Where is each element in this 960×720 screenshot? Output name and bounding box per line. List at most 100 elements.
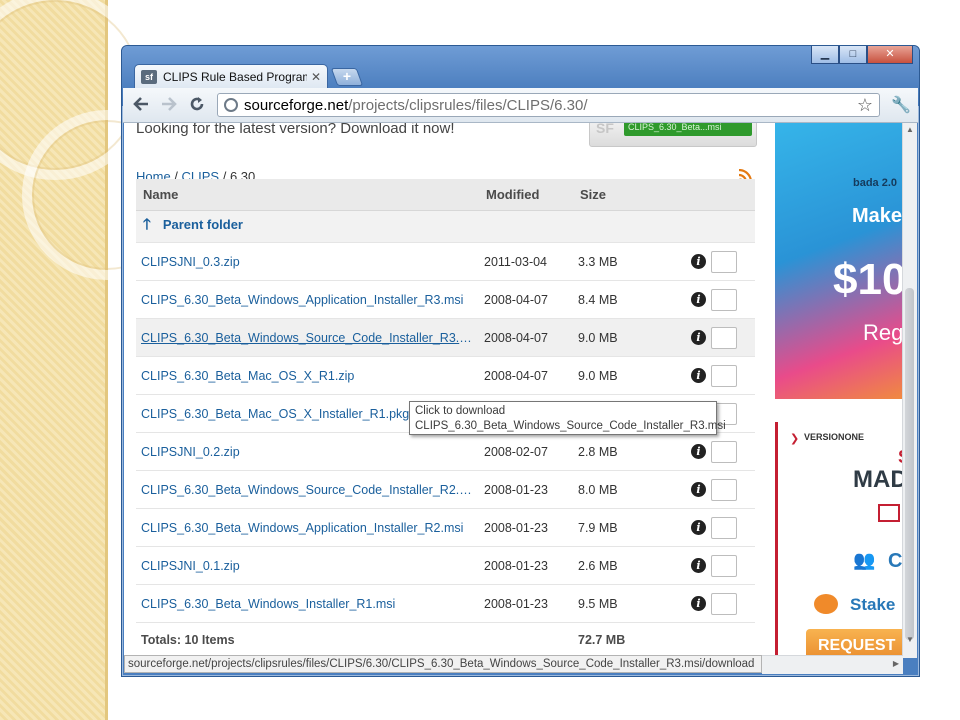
row-checkbox[interactable] xyxy=(711,440,737,463)
monitor-icon xyxy=(878,504,900,522)
file-name-link[interactable]: CLIPSJNI_0.1.zip xyxy=(136,546,479,585)
latest-version-promo: Looking for the latest version? Download… xyxy=(136,123,455,137)
file-name-link[interactable]: CLIPS_6.30_Beta_Windows_Application_Inst… xyxy=(136,280,479,319)
file-modified: 2008-01-23 xyxy=(479,470,573,509)
browser-tab[interactable]: sf CLIPS Rule Based Programm ✕ xyxy=(134,64,328,88)
file-modified: 2011-03-04 xyxy=(479,242,573,281)
totals-spacer xyxy=(679,623,755,658)
star-icon[interactable]: ☆ xyxy=(857,95,873,116)
row-checkbox[interactable] xyxy=(711,250,737,273)
tooltip-line-1: Click to download xyxy=(415,405,506,417)
file-size: 2.6 MB xyxy=(573,546,679,585)
file-name-link[interactable]: CLIPSJNI_0.2.zip xyxy=(136,432,479,471)
tab-close-icon[interactable]: ✕ xyxy=(311,70,321,84)
row-checkbox[interactable] xyxy=(711,478,737,501)
file-name-link[interactable]: CLIPS_6.30_Beta_Windows_Application_Inst… xyxy=(136,508,479,547)
address-bar[interactable]: sourceforge.net/projects/clipsrules/file… xyxy=(217,93,880,117)
info-icon[interactable]: i xyxy=(691,558,706,573)
parent-folder-row[interactable]: 🡑 Parent folder xyxy=(136,210,755,243)
file-size: 9.0 MB xyxy=(573,356,679,395)
horizontal-scrollbar[interactable]: ▶ xyxy=(762,655,903,674)
row-actions: i xyxy=(679,242,755,281)
file-name-link[interactable]: CLIPS_6.30_Beta_Windows_Source_Code_Inst… xyxy=(136,470,479,509)
url-host: sourceforge.net xyxy=(244,96,349,114)
tab-title: CLIPS Rule Based Programm xyxy=(163,69,307,84)
file-name-link[interactable]: CLIPS_6.30_Beta_Windows_Installer_R1.msi xyxy=(136,584,479,623)
file-name-link[interactable]: CLIPS_6.30_Beta_Mac_OS_X_R1.zip xyxy=(136,356,479,395)
scroll-down-icon[interactable]: ▼ xyxy=(906,635,914,644)
back-arrow-icon[interactable] xyxy=(131,95,151,115)
globe-icon xyxy=(224,98,238,112)
info-icon[interactable]: i xyxy=(691,444,706,459)
file-row: CLIPSJNI_0.1.zip 2008-01-23 2.6 MB i xyxy=(136,546,755,585)
file-size: 7.9 MB xyxy=(573,508,679,547)
close-window-button[interactable]: ✕ xyxy=(867,46,913,64)
minimize-button[interactable]: ▁ xyxy=(811,46,839,64)
scroll-right-icon[interactable]: ▶ xyxy=(893,659,899,668)
row-checkbox[interactable] xyxy=(711,288,737,311)
new-tab-button[interactable]: + xyxy=(330,68,364,86)
row-actions: i xyxy=(679,470,755,509)
file-modified: 2008-01-23 xyxy=(479,546,573,585)
download-widget[interactable]: SF CLIPS_6.30_Beta...msi xyxy=(589,123,757,147)
info-icon[interactable]: i xyxy=(691,482,706,497)
column-header-name[interactable]: Name xyxy=(136,179,479,211)
status-bar: sourceforge.net/projects/clipsrules/file… xyxy=(124,655,762,673)
row-actions: i xyxy=(679,584,755,623)
column-header-size[interactable]: Size xyxy=(573,179,679,211)
forward-arrow-icon[interactable] xyxy=(159,95,179,115)
file-row: CLIPSJNI_0.2.zip 2008-02-07 2.8 MB i xyxy=(136,432,755,471)
row-checkbox[interactable] xyxy=(711,516,737,539)
column-header-modified[interactable]: Modified xyxy=(479,179,573,211)
file-row: CLIPS_6.30_Beta_Windows_Application_Inst… xyxy=(136,280,755,319)
parent-folder-link[interactable]: Parent folder xyxy=(163,217,243,232)
info-icon[interactable]: i xyxy=(691,254,706,269)
info-icon[interactable]: i xyxy=(691,596,706,611)
row-checkbox[interactable] xyxy=(711,592,737,615)
file-size: 2.8 MB xyxy=(573,432,679,471)
up-arrow-icon: 🡑 xyxy=(143,216,151,233)
row-checkbox[interactable] xyxy=(711,326,737,349)
file-modified: 2008-04-07 xyxy=(479,318,573,357)
file-row: CLIPSJNI_0.3.zip 2011-03-04 3.3 MB i xyxy=(136,242,755,281)
page-viewport: Looking for the latest version? Download… xyxy=(124,123,917,658)
reload-icon[interactable] xyxy=(187,95,207,115)
ad-text: Stake xyxy=(850,595,896,614)
wrench-icon[interactable]: 🔧 xyxy=(891,95,911,115)
ad-text: $10 xyxy=(833,255,903,304)
download-latest-button[interactable]: CLIPS_6.30_Beta...msi xyxy=(624,123,752,136)
row-actions: i xyxy=(679,508,755,547)
browser-window: ▁ □ ✕ sf CLIPS Rule Based Programm ✕ + s… xyxy=(121,45,920,677)
advertisement-bada[interactable]: bada 2.0 Make $10 Reg xyxy=(775,123,903,399)
ad-request-button[interactable]: REQUEST xyxy=(806,629,906,658)
file-modified: 2008-01-23 xyxy=(479,584,573,623)
advertisement-versionone[interactable]: ❯ VERSIONONE S MAD 👥 C Stake REQUEST xyxy=(775,422,906,658)
file-modified: 2008-01-23 xyxy=(479,508,573,547)
file-size: 8.0 MB xyxy=(573,470,679,509)
scrollbar-thumb[interactable] xyxy=(905,288,914,640)
info-icon[interactable]: i xyxy=(691,520,706,535)
plus-icon: + xyxy=(342,68,351,84)
file-modified: 2008-04-07 xyxy=(479,280,573,319)
vertical-scrollbar[interactable]: ▲ ▼ xyxy=(902,123,917,658)
ad-text: Reg xyxy=(863,320,903,345)
row-actions: i xyxy=(679,280,755,319)
file-modified: 2008-04-07 xyxy=(479,356,573,395)
totals-label: Totals: 10 Items xyxy=(141,633,235,647)
file-size: 9.5 MB xyxy=(573,584,679,623)
info-icon[interactable]: i xyxy=(691,330,706,345)
maximize-button[interactable]: □ xyxy=(839,46,867,64)
column-header-actions xyxy=(679,179,755,211)
info-icon[interactable]: i xyxy=(691,292,706,307)
file-row: CLIPS_6.30_Beta_Windows_Installer_R1.msi… xyxy=(136,584,755,623)
scroll-up-icon[interactable]: ▲ xyxy=(906,125,914,134)
row-actions: i xyxy=(679,546,755,585)
sourceforge-logo-icon: SF xyxy=(596,123,614,136)
file-name-link[interactable]: CLIPS_6.30_Beta_Windows_Source_Code_Inst… xyxy=(136,318,479,357)
file-name-link[interactable]: CLIPSJNI_0.3.zip xyxy=(136,242,479,281)
row-checkbox[interactable] xyxy=(711,554,737,577)
file-size: 3.3 MB xyxy=(573,242,679,281)
info-icon[interactable]: i xyxy=(691,368,706,383)
slide-decoration-strip xyxy=(0,0,192,720)
row-checkbox[interactable] xyxy=(711,364,737,387)
